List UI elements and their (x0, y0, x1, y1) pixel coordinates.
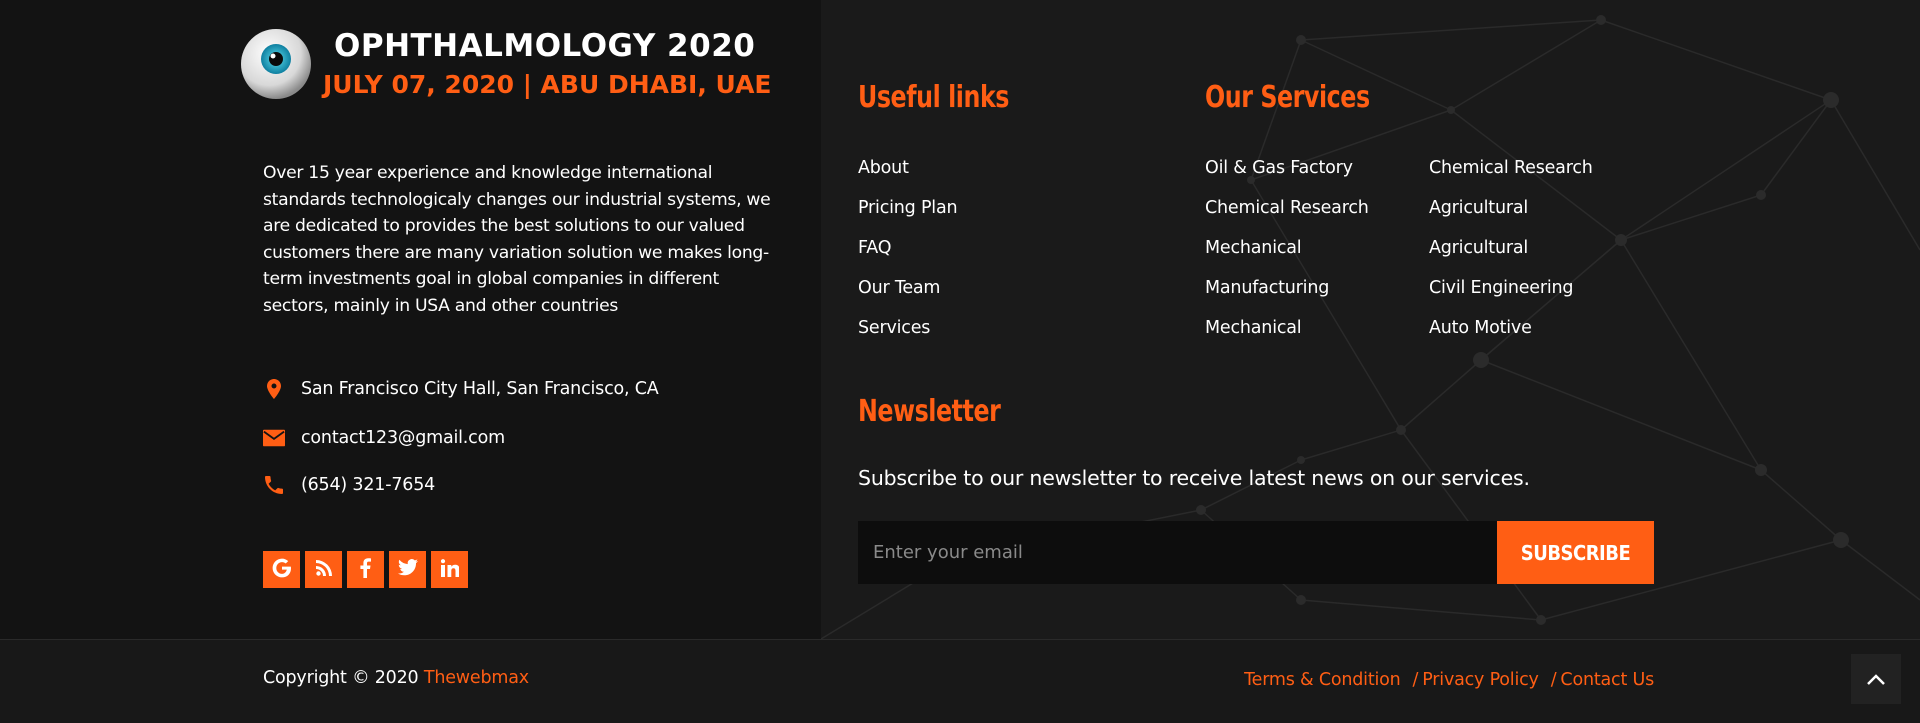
event-date-location: JULY 07, 2020 | ABU DHABI, UAE (323, 70, 772, 99)
link-faq[interactable]: FAQ (858, 238, 957, 278)
useful-links-heading: Useful links (858, 80, 1010, 115)
service-link[interactable]: Oil & Gas Factory (1205, 158, 1369, 198)
phone-icon (263, 474, 285, 496)
chevron-up-icon (1866, 670, 1886, 689)
service-link[interactable]: Mechanical (1205, 318, 1369, 358)
link-separator: / (1412, 670, 1419, 690)
services-list-col2: Chemical Research Agricultural Agricultu… (1429, 158, 1593, 358)
service-link[interactable]: Agricultural (1429, 238, 1593, 278)
google-button[interactable] (263, 551, 300, 588)
twitter-button[interactable] (389, 551, 426, 588)
terms-link[interactable]: Terms & Condition (1244, 670, 1401, 690)
contact-phone[interactable]: (654) 321-7654 (263, 474, 435, 496)
eye-logo-icon[interactable] (240, 26, 316, 102)
service-link[interactable]: Mechanical (1205, 238, 1369, 278)
social-links (263, 551, 468, 588)
link-separator: / (1550, 670, 1557, 690)
rss-button[interactable] (305, 551, 342, 588)
email-text[interactable]: contact123@gmail.com (301, 428, 505, 448)
privacy-policy-link[interactable]: Privacy Policy (1422, 670, 1539, 690)
newsletter-form: SUBSCRIBE (858, 521, 1654, 584)
contact-email[interactable]: contact123@gmail.com (263, 427, 505, 449)
service-link[interactable]: Civil Engineering (1429, 278, 1593, 318)
service-link[interactable]: Chemical Research (1429, 158, 1593, 198)
link-services[interactable]: Services (858, 318, 957, 358)
service-link[interactable]: Chemical Research (1205, 198, 1369, 238)
twitter-icon (397, 559, 418, 580)
brand-title: OPHTHALMOLOGY 2020 (334, 28, 756, 64)
email-input[interactable] (858, 521, 1497, 584)
linkedin-icon (440, 558, 459, 581)
useful-links-list: About Pricing Plan FAQ Our Team Services (858, 158, 958, 358)
services-list-col1: Oil & Gas Factory Chemical Research Mech… (1205, 158, 1369, 358)
link-our-team[interactable]: Our Team (858, 278, 957, 318)
address-text: San Francisco City Hall, San Francisco, … (301, 379, 659, 399)
facebook-button[interactable] (347, 551, 384, 588)
link-pricing-plan[interactable]: Pricing Plan (858, 198, 958, 238)
scroll-to-top-button[interactable] (1851, 654, 1901, 704)
newsletter-description: Subscribe to our newsletter to receive l… (858, 466, 1530, 490)
contact-address: San Francisco City Hall, San Francisco, … (263, 378, 659, 400)
newsletter-heading: Newsletter (858, 394, 1001, 429)
brand-link[interactable]: Thewebmax (424, 668, 529, 688)
phone-text[interactable]: (654) 321-7654 (301, 475, 435, 495)
map-marker-icon (263, 378, 285, 400)
envelope-icon (263, 427, 285, 449)
service-link[interactable]: Agricultural (1429, 198, 1593, 238)
copyright-bar: Copyright © 2020 Thewebmax Terms & Condi… (0, 639, 1920, 723)
linkedin-button[interactable] (431, 551, 468, 588)
copyright-text: Copyright © 2020 (263, 668, 419, 688)
google-icon (272, 558, 292, 582)
copyright: Copyright © 2020 Thewebmax (263, 668, 529, 688)
legal-links: Terms & Condition / Privacy Policy / Con… (1244, 670, 1654, 690)
service-link[interactable]: Manufacturing (1205, 278, 1369, 318)
our-services-heading: Our Services (1205, 80, 1370, 115)
link-about[interactable]: About (858, 158, 957, 198)
facebook-icon (360, 557, 371, 582)
about-text: Over 15 year experience and knowledge in… (263, 163, 771, 316)
rss-icon (315, 559, 332, 580)
contact-us-link[interactable]: Contact Us (1560, 670, 1654, 690)
service-link[interactable]: Auto Motive (1429, 318, 1593, 358)
subscribe-button[interactable]: SUBSCRIBE (1497, 521, 1654, 584)
